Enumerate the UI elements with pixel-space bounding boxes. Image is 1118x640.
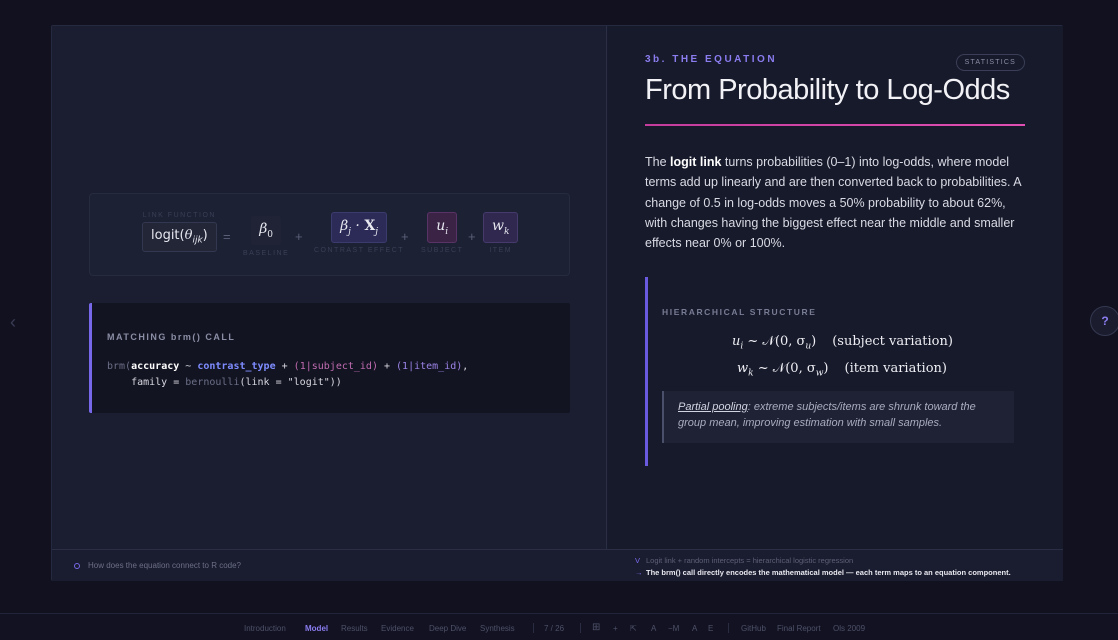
body-bold-term: logit link	[670, 155, 722, 169]
subject-chip: ui	[427, 212, 458, 243]
code-family-rest: (link = "logit"))	[239, 377, 342, 388]
term-contrast: βj · Xj CONTRAST EFFECT	[314, 212, 404, 254]
nav-model[interactable]: Model	[305, 624, 328, 633]
partial-pooling-note: Partial pooling: extreme subjects/items …	[662, 391, 1014, 443]
code-comma: ,	[462, 361, 469, 372]
math-close: )	[823, 361, 829, 376]
slide-footer: How does the equation connect to R code?…	[52, 549, 1063, 581]
code-line-1: brm(accuracy ~ contrast_type + (1|subjec…	[107, 361, 468, 372]
math-var: w	[737, 361, 749, 376]
guiding-question[interactable]: How does the equation connect to R code?	[88, 561, 241, 570]
item-variation-formula: wk ~ 𝒩(0, σw) (item variation)	[737, 361, 947, 379]
reference-link[interactable]: Ols 2009	[833, 624, 865, 633]
page-counter: 7 / 26	[544, 624, 565, 633]
export-tool-icon[interactable]: E	[708, 624, 713, 633]
left-pane: LINK FUNCTION logit(θijk) = β0 BASELINE …	[52, 26, 607, 549]
term-label: BASELINE	[243, 249, 290, 257]
subject-variation-formula: ui ~ 𝒩(0, σu) (subject variation)	[732, 334, 953, 352]
help-button[interactable]: ?	[1090, 306, 1118, 336]
annotate-tool-icon[interactable]: A	[692, 624, 697, 633]
nav-deep-dive[interactable]: Deep Dive	[429, 624, 466, 633]
section-tag: 3b. THE EQUATION	[645, 54, 778, 65]
question-dot-icon	[74, 563, 80, 569]
brm-code-block: MATCHING brm() CALL brm(accuracy ~ contr…	[89, 303, 570, 413]
code-response: accuracy	[131, 361, 180, 372]
nav-divider	[533, 623, 534, 633]
term-label: CONTRAST EFFECT	[314, 246, 405, 254]
equals-sign: =	[223, 229, 231, 244]
note-line-1: V Logit link + random intercepts = hierar…	[635, 556, 853, 565]
note-1-text: Logit link + random intercepts = hierarc…	[646, 556, 854, 565]
contrast-chip: βj · Xj	[331, 212, 387, 243]
nav-synthesis[interactable]: Synthesis	[480, 624, 515, 633]
equation-lhs: LINK FUNCTION logit(θijk)	[142, 212, 217, 252]
code-family-key: family =	[107, 377, 186, 388]
logit-chip: logit(θijk)	[142, 222, 217, 252]
note-2-text: The brm() call directly encodes the math…	[646, 568, 1011, 577]
arrow-right-icon: →	[635, 568, 643, 577]
grid-view-icon[interactable]: ⊞	[592, 622, 600, 633]
plus-sign: +	[295, 229, 303, 244]
title-underline	[645, 124, 1025, 126]
term-item: wk ITEM	[483, 212, 519, 254]
previous-slide-chevron-icon[interactable]: ‹	[10, 312, 16, 333]
body-pre: The	[645, 155, 671, 169]
code-family-fn: bernoulli	[185, 377, 240, 388]
nav-divider	[728, 623, 729, 633]
term-label: ITEM	[489, 246, 513, 254]
hierarchical-heading: HIERARCHICAL STRUCTURE	[662, 307, 817, 317]
slide-frame: LINK FUNCTION logit(θijk) = β0 BASELINE …	[51, 25, 1063, 581]
math-dist: ~ 𝒩(0, σ	[743, 334, 806, 349]
font-tool-icon[interactable]: A	[651, 624, 656, 633]
add-icon[interactable]: +	[613, 624, 618, 633]
pointer-icon[interactable]: ⇱	[630, 624, 637, 633]
hierarchical-structure-box: HIERARCHICAL STRUCTURE ui ~ 𝒩(0, σu) (sub…	[645, 277, 1025, 466]
right-pane: 3b. THE EQUATION STATISTICS From Probabi…	[608, 26, 1063, 549]
item-variation-note: (item variation)	[844, 361, 947, 376]
slide-title: From Probability to Log-Odds	[645, 74, 1010, 106]
subject-variation-note: (subject variation)	[832, 334, 953, 349]
code-tilde: ~	[179, 361, 198, 372]
math-dist: ~ 𝒩(0, σ	[753, 361, 816, 376]
nav-divider	[580, 623, 581, 633]
zoom-tool-icon[interactable]: −M	[668, 624, 679, 633]
check-icon: V	[635, 556, 641, 565]
term-baseline: β0 BASELINE	[243, 216, 289, 257]
final-report-link[interactable]: Final Report	[777, 624, 821, 633]
code-predictor: contrast_type	[197, 361, 276, 372]
note-line-2: → The brm() call directly encodes the mat…	[635, 568, 1011, 577]
term-subject: ui SUBJECT	[421, 212, 463, 254]
code-item-re: (1|item_id)	[396, 361, 463, 372]
nav-evidence[interactable]: Evidence	[381, 624, 414, 633]
statistics-badge: STATISTICS	[955, 54, 1025, 71]
math-close: )	[811, 334, 817, 349]
nav-results[interactable]: Results	[341, 624, 368, 633]
code-fn: brm(	[107, 361, 132, 372]
beta0-chip: β0	[251, 216, 282, 245]
pooling-term: Partial pooling	[678, 401, 748, 413]
github-link[interactable]: GitHub	[741, 624, 766, 633]
code-heading: MATCHING brm() CALL	[107, 332, 236, 342]
link-function-label: LINK FUNCTION	[142, 212, 216, 219]
nav-introduction[interactable]: Introduction	[244, 624, 286, 633]
bottom-navigation: Introduction Model Results Evidence Deep…	[0, 613, 1118, 640]
equation-box: LINK FUNCTION logit(θijk) = β0 BASELINE …	[89, 193, 570, 276]
code-subject-re: (1|subject_id)	[293, 361, 378, 372]
plus-sign: +	[401, 229, 409, 244]
body-paragraph: The logit link turns probabilities (0–1)…	[645, 152, 1030, 253]
term-label: SUBJECT	[421, 246, 464, 254]
plus-sign: +	[468, 229, 476, 244]
item-chip: wk	[483, 212, 519, 243]
body-post: turns probabilities (0–1) into log-odds,…	[645, 155, 1021, 251]
code-line-2: family = bernoulli(link = "logit"))	[107, 377, 342, 388]
code-plus: +	[275, 361, 294, 372]
code-plus: +	[377, 361, 397, 372]
